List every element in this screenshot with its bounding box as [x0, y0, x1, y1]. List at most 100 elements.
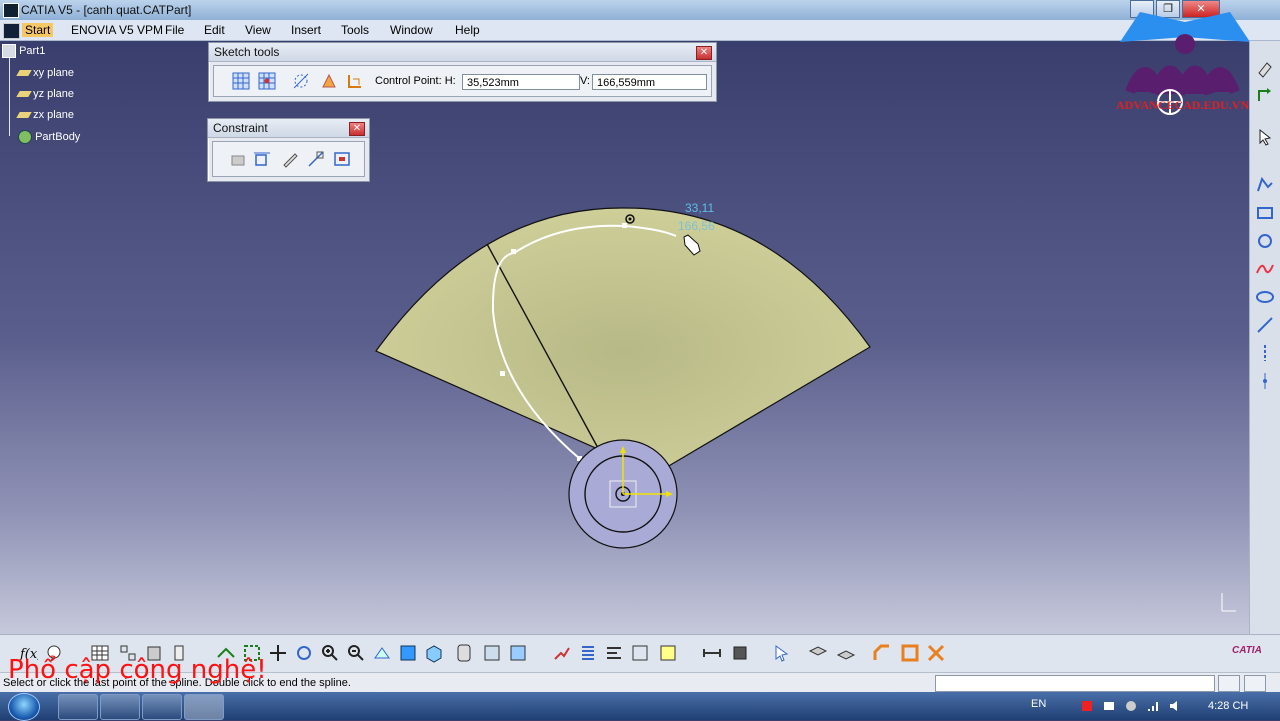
- menu-view[interactable]: View: [245, 23, 271, 37]
- dimension-icon[interactable]: [702, 643, 722, 663]
- fix-together-icon[interactable]: [281, 150, 299, 168]
- command-input[interactable]: [935, 675, 1215, 692]
- menu-window[interactable]: Window: [390, 23, 433, 37]
- menu-tools[interactable]: Tools: [341, 23, 369, 37]
- taskbar-media-player[interactable]: [142, 694, 182, 720]
- taskbar: EN 4:28 CH: [0, 692, 1280, 721]
- signal-icon[interactable]: [1146, 699, 1160, 713]
- taskbar-catia[interactable]: [184, 694, 224, 720]
- operation-icon[interactable]: [552, 643, 572, 663]
- menu-edit[interactable]: Edit: [204, 23, 225, 37]
- constraint-icon[interactable]: [253, 150, 271, 168]
- line-icon[interactable]: [1255, 315, 1275, 335]
- exit-workbench-icon[interactable]: [1255, 59, 1275, 79]
- spline-point[interactable]: [500, 371, 505, 376]
- menu-help[interactable]: Help: [455, 23, 480, 37]
- layer-icon[interactable]: [808, 643, 828, 663]
- catia-doc-icon: [3, 23, 20, 39]
- hide-show-icon[interactable]: [482, 643, 502, 663]
- zoom-out-icon[interactable]: [346, 643, 366, 663]
- circle-icon[interactable]: [1255, 231, 1275, 251]
- layer-filter-icon[interactable]: [836, 643, 856, 663]
- logo-text: ADVANCECAD.EDU.VN: [1116, 98, 1250, 112]
- select-cursor-icon[interactable]: [1255, 127, 1275, 147]
- right-toolbar: [1249, 41, 1280, 634]
- menu-bar: Start ENOVIA V5 VPM File Edit View Inser…: [0, 20, 1280, 41]
- zoom-in-icon[interactable]: [320, 643, 340, 663]
- plane-icon: [16, 70, 32, 77]
- sketch-point-center: [628, 217, 632, 221]
- tree-item-zx-plane[interactable]: zx plane: [16, 109, 74, 121]
- rotate-icon[interactable]: [1255, 85, 1275, 105]
- iso-view-icon[interactable]: [424, 643, 444, 663]
- constraint-body: [212, 141, 365, 177]
- chamfer-icon[interactable]: [900, 643, 920, 663]
- pan-icon[interactable]: [268, 643, 288, 663]
- animate-constraint-icon[interactable]: [333, 150, 351, 168]
- status-button-2[interactable]: [1244, 675, 1266, 692]
- plane-icon: [16, 91, 32, 98]
- auto-constraint-icon[interactable]: [307, 150, 325, 168]
- plane-icon: [16, 112, 32, 119]
- sketch-canvas[interactable]: [0, 41, 1250, 634]
- tree-item-part1[interactable]: Part1: [2, 44, 45, 58]
- close-icon[interactable]: ✕: [696, 46, 712, 60]
- tray-app-icon[interactable]: [1124, 699, 1138, 713]
- close-icon[interactable]: ✕: [349, 122, 365, 136]
- shading-icon[interactable]: [454, 643, 474, 663]
- 3d-viewport[interactable]: 33,11 166,56: [0, 41, 1250, 634]
- list-icon[interactable]: [578, 643, 598, 663]
- dimensional-constraints-icon[interactable]: [346, 72, 364, 90]
- sketch-analysis-icon[interactable]: [604, 643, 624, 663]
- profile-icon[interactable]: [1255, 175, 1275, 195]
- menu-file[interactable]: File: [165, 23, 184, 37]
- geometrical-constraints-icon[interactable]: [320, 72, 338, 90]
- ellipse-icon[interactable]: [1255, 287, 1275, 307]
- tree-item-yz-plane[interactable]: yz plane: [16, 88, 74, 100]
- arrow-select-icon[interactable]: [772, 643, 792, 663]
- taskbar-app-2[interactable]: [100, 694, 140, 720]
- spline-icon[interactable]: [1255, 259, 1275, 279]
- network-icon[interactable]: [1102, 699, 1116, 713]
- catia-brand-logo: CATIA: [1232, 645, 1262, 656]
- catia-app-icon: [3, 3, 19, 18]
- clock[interactable]: 4:28 CH: [1208, 700, 1248, 712]
- normal-view-icon[interactable]: [372, 643, 392, 663]
- multi-view-icon[interactable]: [398, 643, 418, 663]
- rotate-view-icon[interactable]: [294, 643, 314, 663]
- fan-blade-profile[interactable]: [375, 207, 871, 468]
- sketch-solving-icon[interactable]: [630, 643, 650, 663]
- menu-start[interactable]: Start: [22, 23, 54, 37]
- spline-point[interactable]: [622, 223, 627, 228]
- spline-point[interactable]: [511, 249, 516, 254]
- volume-icon[interactable]: [1168, 699, 1182, 713]
- corner-icon[interactable]: [872, 643, 892, 663]
- grid-icon[interactable]: [232, 72, 250, 90]
- menu-enovia[interactable]: ENOVIA V5 VPM: [71, 23, 163, 37]
- menu-insert[interactable]: Insert: [291, 23, 321, 37]
- window-titlebar: CATIA V5 - [canh quat.CATPart] _ ❐ ✕: [0, 0, 1280, 20]
- construction-element-icon[interactable]: [292, 72, 310, 90]
- status-button-1[interactable]: [1218, 675, 1240, 692]
- part-icon: [2, 44, 16, 58]
- constraint-title: Constraint: [208, 119, 369, 138]
- gear-icon: [18, 130, 32, 144]
- constraint-dialog-icon[interactable]: [229, 150, 247, 168]
- tree-item-partbody[interactable]: PartBody: [18, 130, 80, 144]
- control-point-h-input[interactable]: 35,523mm: [462, 74, 580, 90]
- sketch-tools-title: Sketch tools: [209, 43, 716, 62]
- axis-icon[interactable]: [1255, 343, 1275, 363]
- swap-visible-space-icon[interactable]: [508, 643, 528, 663]
- windows-start-button[interactable]: [8, 693, 40, 721]
- trim-icon[interactable]: [926, 643, 946, 663]
- image-icon[interactable]: [658, 643, 678, 663]
- cut-part-icon[interactable]: [730, 643, 750, 663]
- taskbar-app-1[interactable]: [58, 694, 98, 720]
- rectangle-icon[interactable]: [1255, 203, 1275, 223]
- point-icon[interactable]: [1255, 371, 1275, 391]
- control-point-v-input[interactable]: 166,559mm: [592, 74, 707, 90]
- tree-item-xy-plane[interactable]: xy plane: [16, 67, 74, 79]
- snap-to-point-icon[interactable]: [258, 72, 276, 90]
- language-indicator[interactable]: EN: [1031, 698, 1046, 710]
- flag-icon[interactable]: [1080, 699, 1094, 713]
